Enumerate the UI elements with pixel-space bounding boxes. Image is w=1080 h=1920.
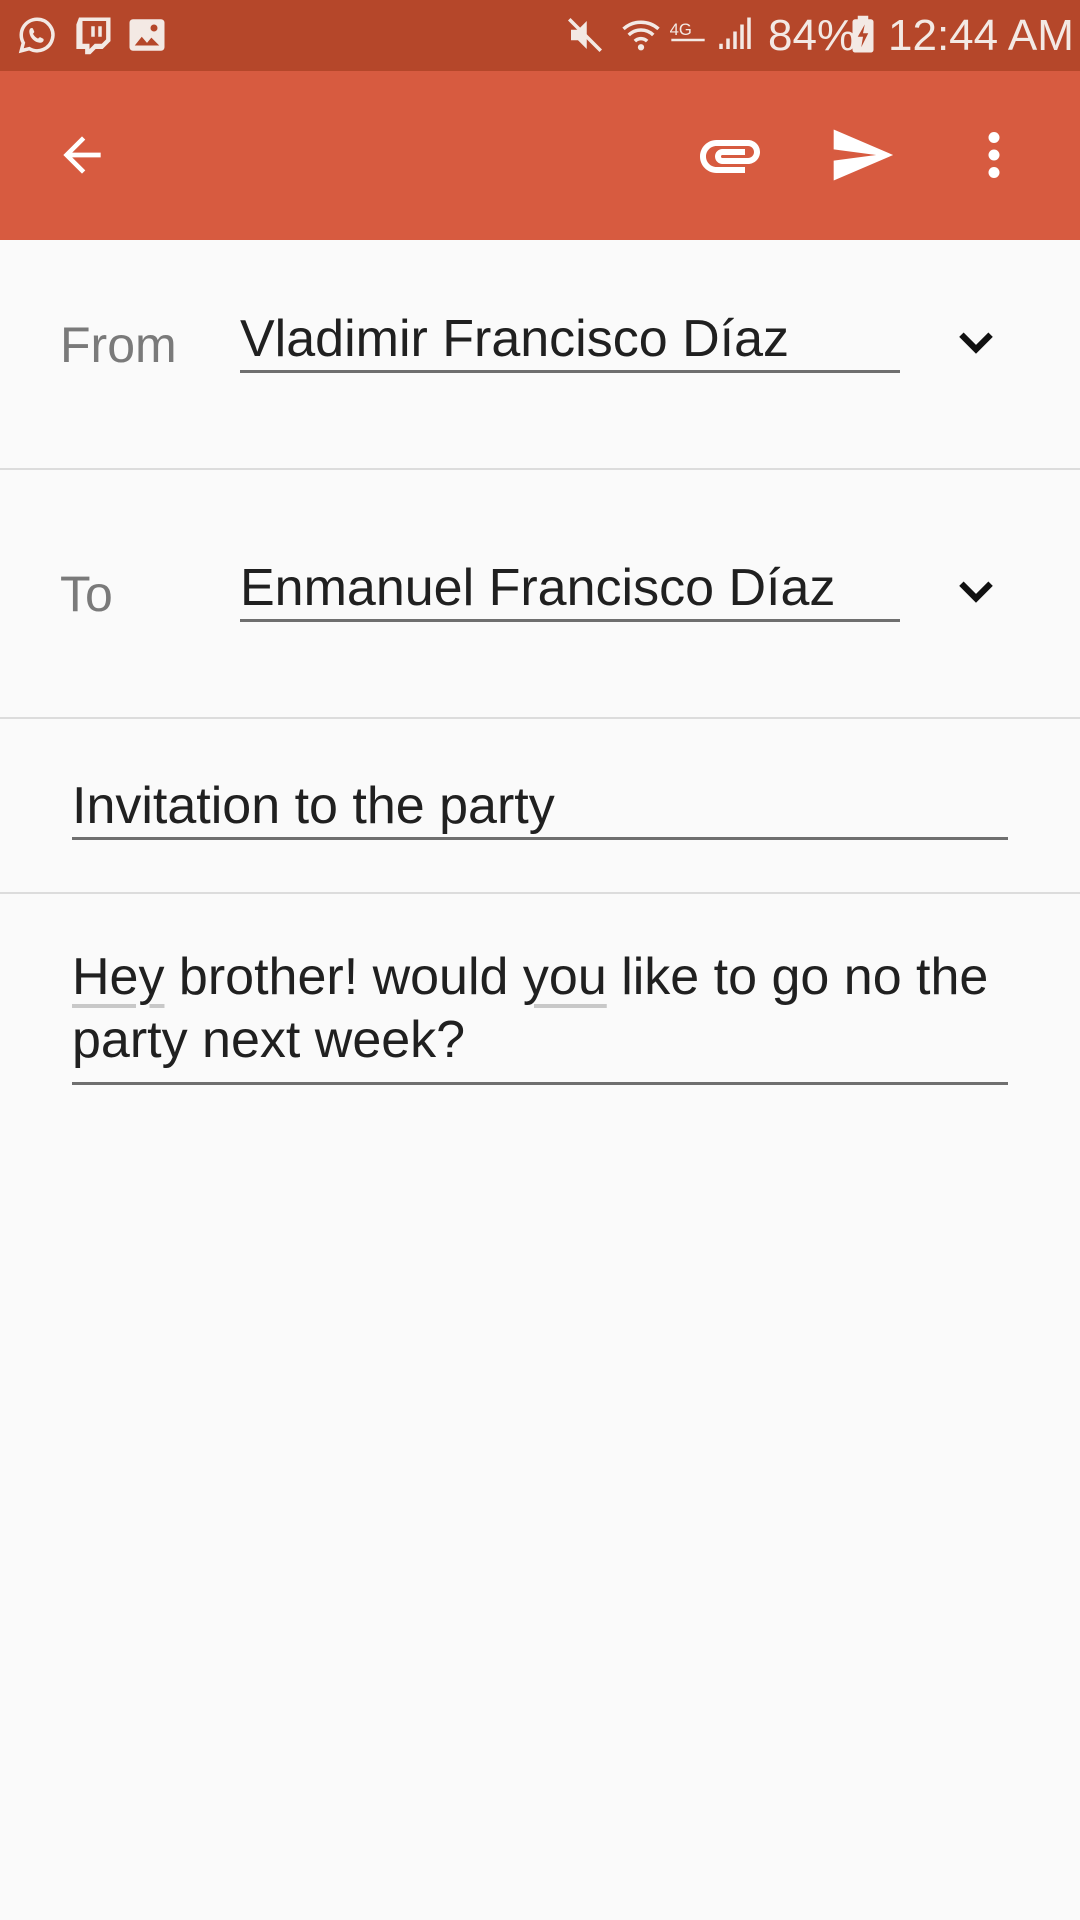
chevron-down-icon: [951, 566, 1001, 621]
twitch-icon: [72, 14, 114, 56]
attach-button[interactable]: [682, 107, 778, 203]
body-word-misspelled: Hey: [72, 948, 165, 1006]
from-row: From Vladimir Francisco Díaz: [0, 240, 1080, 470]
battery-percent: 84%: [768, 11, 857, 60]
subject-field[interactable]: Invitation to the party: [72, 775, 1008, 840]
wifi-icon: [620, 14, 662, 56]
body-word-misspelled: you: [522, 948, 607, 1006]
back-arrow-icon: [54, 127, 110, 183]
chevron-down-icon: [951, 317, 1001, 372]
more-vert-icon: [964, 125, 1024, 185]
svg-text:4G: 4G: [670, 20, 692, 39]
signal-icon: [714, 14, 756, 56]
status-bar: 4G 84% 12:44 AM: [0, 0, 1080, 71]
more-options-button[interactable]: [946, 107, 1042, 203]
send-icon: [828, 121, 896, 189]
subject-row: Invitation to the party: [0, 719, 1080, 894]
send-button[interactable]: [814, 107, 910, 203]
to-dropdown-button[interactable]: [936, 553, 1016, 633]
from-dropdown-button[interactable]: [936, 304, 1016, 384]
app-bar: [0, 71, 1080, 240]
clock: 12:44 AM: [888, 11, 1074, 60]
from-field[interactable]: Vladimir Francisco Díaz: [240, 308, 900, 373]
body-text: brother! would: [164, 948, 523, 1006]
to-field[interactable]: Enmanuel Francisco Díaz: [240, 557, 900, 622]
attach-icon: [694, 119, 766, 191]
mute-icon: [564, 14, 606, 56]
to-row: To Enmanuel Francisco Díaz: [0, 470, 1080, 719]
from-label: From: [60, 317, 177, 373]
lte-icon: 4G: [668, 14, 708, 56]
back-button[interactable]: [34, 107, 130, 203]
battery-charging-icon: [848, 14, 878, 56]
image-icon: [126, 14, 168, 56]
whatsapp-icon: [16, 14, 58, 56]
compose-screen: 4G 84% 12:44 AM From Vladimir Francisco …: [0, 0, 1080, 1920]
to-label: To: [60, 566, 113, 622]
body-field[interactable]: Hey brother! would you like to go no the…: [72, 946, 1008, 1085]
